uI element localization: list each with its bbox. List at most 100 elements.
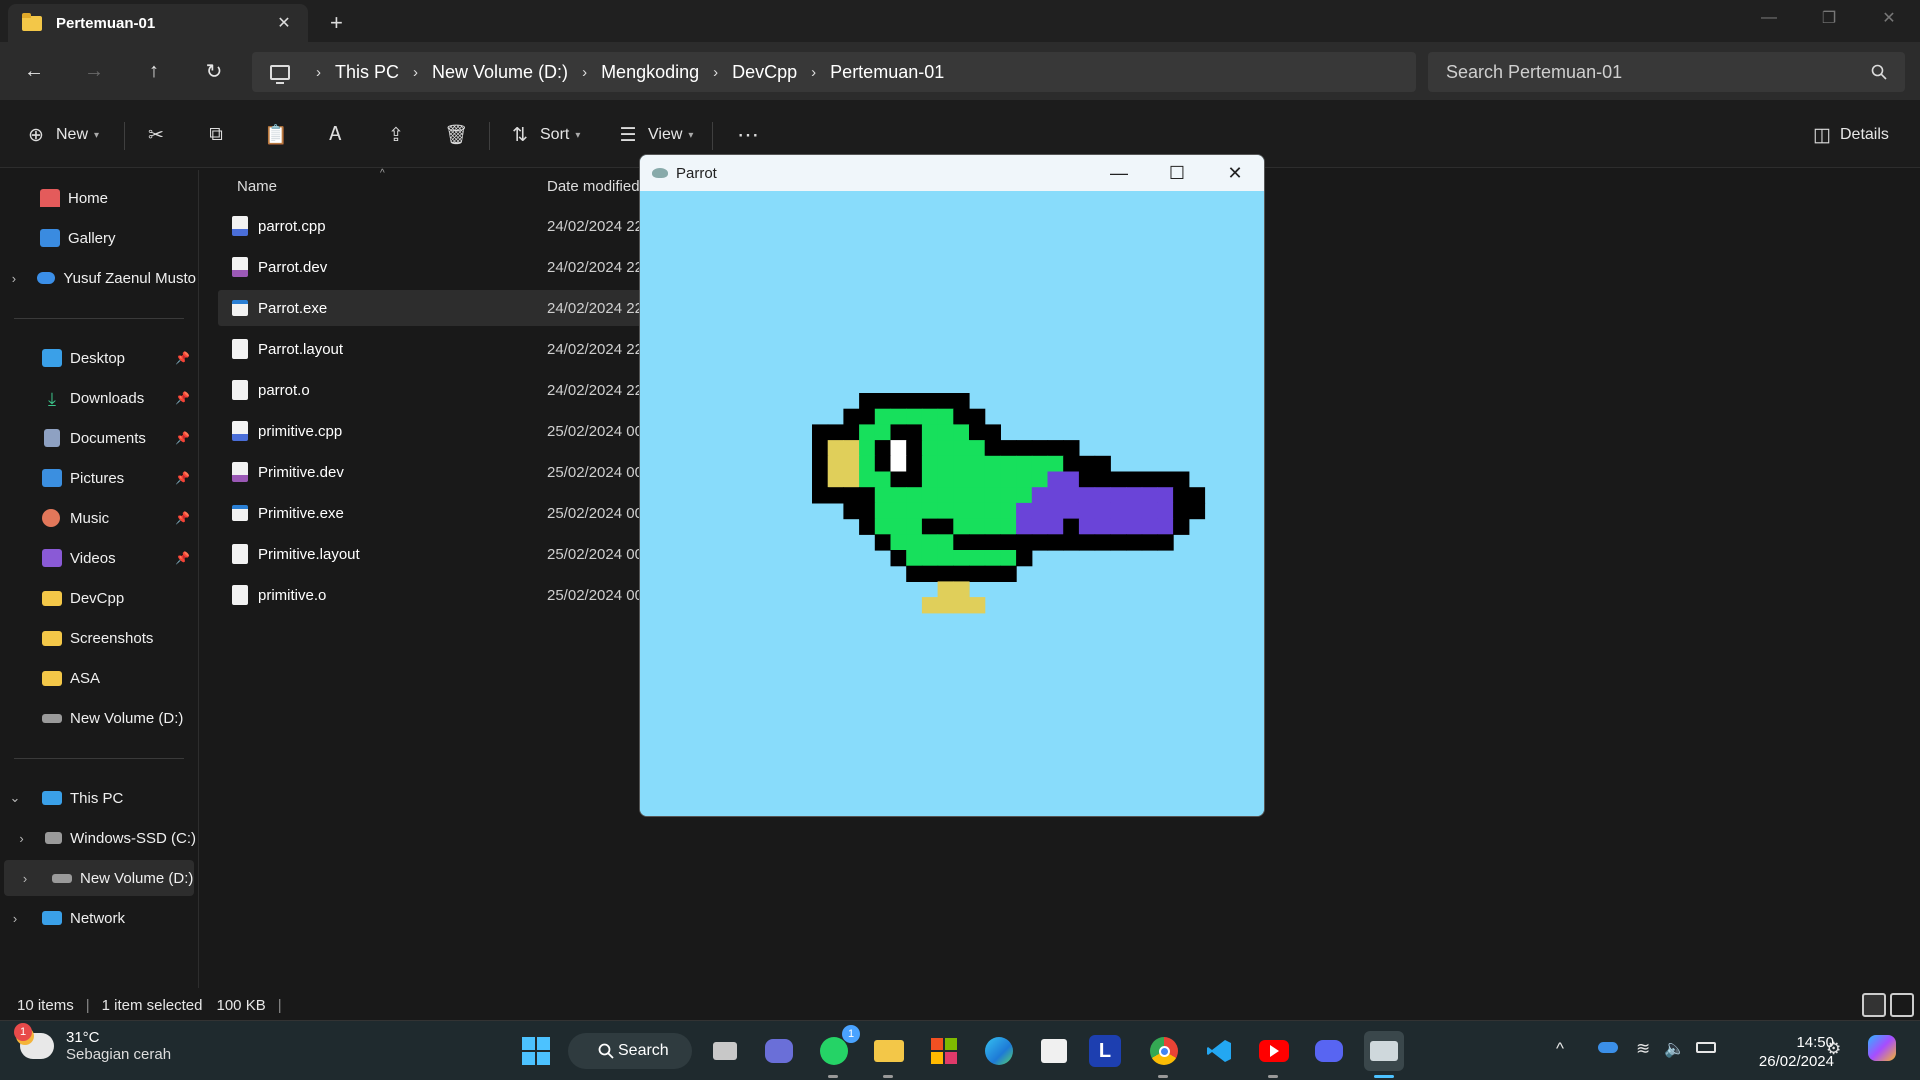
sidebar-item-gallery[interactable]: Gallery	[0, 220, 196, 256]
file-row[interactable]: Parrot.dev 24/02/2024 22	[218, 249, 648, 285]
sidebar-item-desktop[interactable]: Desktop 📌	[0, 340, 196, 376]
new-tab-button[interactable]: +	[330, 10, 343, 36]
tiles-view-toggle[interactable]	[1890, 993, 1914, 1017]
sidebar-item-screenshots[interactable]: Screenshots	[0, 620, 196, 656]
task-view-button[interactable]	[705, 1031, 745, 1071]
parrot-close-button[interactable]: ✕	[1206, 155, 1264, 191]
parrot-pixel	[937, 597, 954, 614]
tab-close-icon[interactable]: ✕	[274, 13, 294, 33]
taskbar-app-vscode[interactable]	[1199, 1031, 1239, 1071]
pin-icon[interactable]: 📌	[175, 551, 190, 565]
pin-icon[interactable]: 📌	[175, 351, 190, 365]
file-row[interactable]: primitive.cpp 25/02/2024 00	[218, 413, 648, 449]
sidebar-item-this-pc[interactable]: ⌄ This PC	[0, 780, 196, 816]
up-arrow-icon[interactable]: ↑	[139, 56, 169, 86]
sidebar-item-new-volume-quick[interactable]: New Volume (D:)	[0, 700, 196, 736]
weather-widget[interactable]: 1 31°C Sebagian cerah	[14, 1023, 171, 1063]
taskbar-app-whatsapp[interactable]: 1	[814, 1025, 860, 1078]
parrot-window[interactable]: Parrot — ☐ ✕	[639, 154, 1265, 817]
taskbar-app-colorful[interactable]	[924, 1031, 964, 1071]
refresh-icon[interactable]: ↻	[199, 56, 229, 86]
file-row[interactable]: Primitive.layout 25/02/2024 00	[218, 536, 648, 572]
view-button[interactable]: ☰ View ▾	[616, 120, 693, 150]
delete-button[interactable]: 🗑	[444, 120, 468, 150]
breadcrumb-new-volume[interactable]: New Volume (D:)	[432, 62, 568, 83]
volume-icon[interactable]: 🔈	[1664, 1039, 1685, 1059]
paste-button[interactable]: 📋	[264, 120, 288, 150]
sort-button[interactable]: ⇅ Sort ▾	[508, 120, 580, 150]
file-row[interactable]: parrot.o 24/02/2024 22	[218, 372, 648, 408]
pin-icon[interactable]: 📌	[175, 471, 190, 485]
breadcrumb-pertemuan[interactable]: Pertemuan-01	[830, 62, 944, 83]
column-header-date[interactable]: Date modified	[547, 170, 647, 202]
battery-icon[interactable]	[1696, 1039, 1716, 1053]
column-header-name[interactable]: Name	[237, 170, 277, 202]
pin-icon[interactable]: 📌	[175, 391, 190, 405]
breadcrumb-devcpp[interactable]: DevCpp	[732, 62, 797, 83]
details-button[interactable]: ◫ Details	[1810, 120, 1889, 150]
taskbar-app-youtube[interactable]	[1254, 1031, 1294, 1078]
share-button[interactable]: ⇪	[384, 120, 408, 150]
sidebar-item-network[interactable]: › Network	[0, 900, 196, 936]
chevron-right-icon[interactable]: ›	[16, 831, 28, 846]
cut-button[interactable]: ✂	[144, 120, 168, 150]
more-options-button[interactable]: ⋯	[736, 120, 760, 150]
restore-button[interactable]: ❐	[1800, 0, 1858, 36]
sidebar-item-asa[interactable]: ASA	[0, 660, 196, 696]
forward-arrow-icon[interactable]: →	[79, 56, 109, 86]
sidebar-item-music[interactable]: Music 📌	[0, 500, 196, 536]
copy-button[interactable]: ⧉	[204, 120, 228, 150]
taskbar-app-chrome[interactable]	[1144, 1031, 1184, 1078]
taskbar-app-file-explorer[interactable]	[869, 1031, 909, 1078]
pin-icon[interactable]: 📌	[175, 511, 190, 525]
taskbar-app-edge[interactable]	[979, 1031, 1019, 1071]
explorer-tab[interactable]: Pertemuan-01 ✕	[8, 4, 308, 42]
file-icon	[232, 544, 248, 564]
file-row[interactable]: parrot.cpp 24/02/2024 22	[218, 208, 648, 244]
search-input[interactable]: Search Pertemuan-01	[1428, 52, 1905, 92]
file-row[interactable]: Parrot.exe 24/02/2024 22	[218, 290, 648, 326]
system-clock[interactable]: 14:50 26/02/2024	[1759, 1033, 1834, 1071]
taskbar-app-store[interactable]	[1034, 1031, 1074, 1071]
copilot-icon[interactable]	[1868, 1035, 1896, 1061]
chevron-down-icon[interactable]: ⌄	[8, 790, 22, 806]
parrot-maximize-button[interactable]: ☐	[1148, 155, 1206, 191]
sidebar-item-downloads[interactable]: ⤓ Downloads 📌	[0, 380, 196, 416]
new-button[interactable]: ⊕ New ▾	[24, 120, 99, 150]
wifi-icon[interactable]: ≋	[1636, 1039, 1650, 1059]
file-row[interactable]: Parrot.layout 24/02/2024 22	[218, 331, 648, 367]
details-view-toggle[interactable]	[1862, 993, 1886, 1017]
sidebar-item-videos[interactable]: Videos 📌	[0, 540, 196, 576]
breadcrumb-this-pc[interactable]: This PC	[335, 62, 399, 83]
parrot-minimize-button[interactable]: —	[1090, 155, 1148, 191]
chevron-right-icon[interactable]: ›	[18, 871, 32, 886]
taskbar-app-l[interactable]: L	[1089, 1035, 1121, 1067]
sidebar-item-devcpp[interactable]: DevCpp	[0, 580, 196, 616]
address-bar[interactable]: › This PC › New Volume (D:) › Mengkoding…	[252, 52, 1416, 92]
chevron-right-icon[interactable]: ›	[7, 271, 20, 286]
taskbar-app-discord[interactable]	[1309, 1031, 1349, 1071]
file-row[interactable]: primitive.o 25/02/2024 00	[218, 577, 648, 613]
taskbar-app-devcpp[interactable]	[1364, 1031, 1404, 1078]
sidebar-item-home[interactable]: Home	[0, 180, 196, 216]
chevron-right-icon[interactable]: ›	[8, 911, 22, 926]
pin-icon[interactable]: 📌	[175, 431, 190, 445]
sidebar-item-new-volume[interactable]: › New Volume (D:)	[4, 860, 194, 896]
rename-button[interactable]: Ꭺ	[324, 120, 348, 150]
breadcrumb-mengkoding[interactable]: Mengkoding	[601, 62, 699, 83]
taskbar-search[interactable]: Search	[568, 1033, 692, 1069]
back-arrow-icon[interactable]: ←	[19, 56, 49, 86]
sidebar-item-onedrive[interactable]: › Yusuf Zaenul Musto	[0, 260, 196, 296]
file-row[interactable]: Primitive.exe 25/02/2024 00	[218, 495, 648, 531]
focus-assist-icon[interactable]: ⚙	[1826, 1039, 1841, 1059]
onedrive-cloud-icon[interactable]	[1598, 1039, 1618, 1053]
show-hidden-icons-chevron-up-icon[interactable]: ^	[1556, 1039, 1564, 1059]
start-button[interactable]	[516, 1031, 556, 1071]
sidebar-item-pictures[interactable]: Pictures 📌	[0, 460, 196, 496]
minimize-button[interactable]: —	[1740, 0, 1798, 36]
sidebar-item-documents[interactable]: Documents 📌	[0, 420, 196, 456]
taskbar-app-teams[interactable]	[759, 1031, 799, 1071]
sidebar-item-windows-ssd[interactable]: › Windows-SSD (C:)	[0, 820, 196, 856]
close-button[interactable]: ✕	[1860, 0, 1918, 36]
file-row[interactable]: Primitive.dev 25/02/2024 00	[218, 454, 648, 490]
